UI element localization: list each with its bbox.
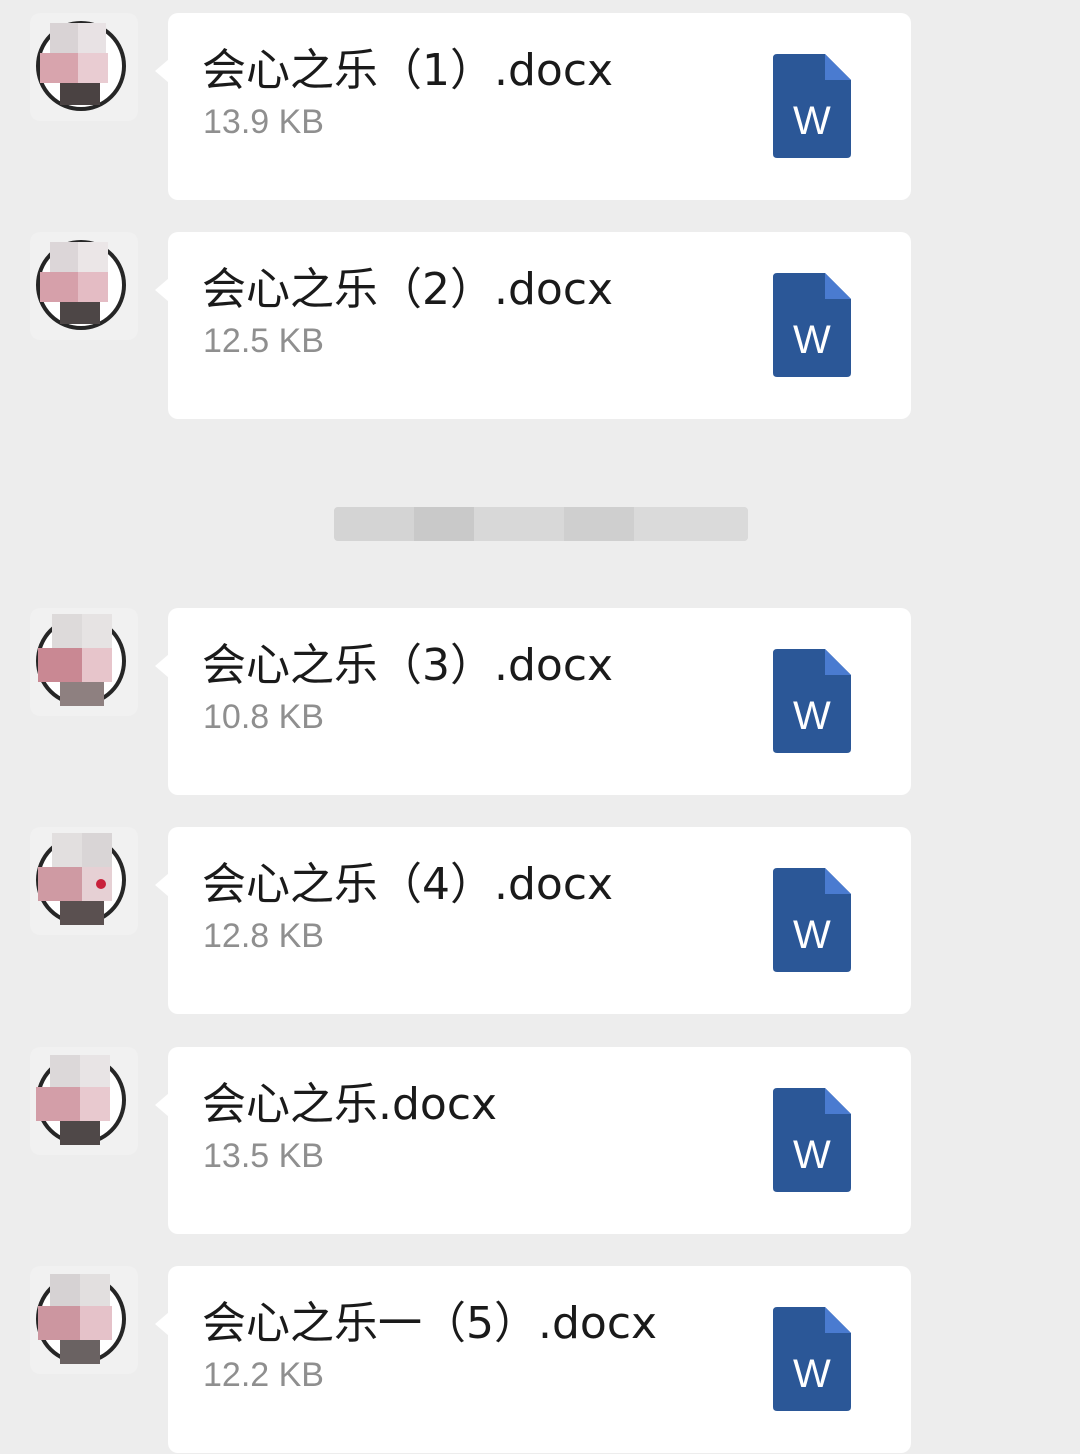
- file-size: 12.5 KB: [203, 322, 324, 360]
- avatar-pixel: [40, 272, 78, 302]
- file-size: 13.5 KB: [203, 1137, 324, 1175]
- file-size: 13.9 KB: [203, 103, 324, 141]
- file-message: 会心之乐（1）.docx 13.9 KB W: [0, 13, 1080, 201]
- avatar-pixel: [38, 1306, 80, 1340]
- sender-avatar[interactable]: [30, 1266, 138, 1374]
- avatar-pixel: [82, 833, 112, 867]
- sender-avatar[interactable]: [30, 232, 138, 340]
- notice-pixel: [564, 507, 634, 541]
- file-name: 会心之乐（1）.docx: [202, 45, 614, 96]
- avatar-pixel: [52, 833, 82, 867]
- avatar-pixel: [38, 867, 82, 901]
- avatar-pixel: [50, 1055, 80, 1087]
- word-doc-icon-letter: W: [793, 99, 831, 143]
- avatar-pixel: [78, 272, 108, 302]
- avatar-pixel: [52, 614, 82, 648]
- avatar-pixel: [60, 302, 100, 324]
- avatar-pixel: [60, 83, 100, 105]
- avatar-pixel: [80, 1087, 110, 1121]
- file-name: 会心之乐一（5）.docx: [202, 1298, 658, 1349]
- file-size: 12.8 KB: [203, 917, 324, 955]
- notice-pixel: [474, 507, 564, 541]
- file-card[interactable]: 会心之乐.docx 13.5 KB W: [155, 1047, 911, 1234]
- sender-avatar[interactable]: [30, 13, 138, 121]
- file-message: 会心之乐（2）.docx 12.5 KB W: [0, 232, 1080, 420]
- avatar-pixel: [80, 1055, 110, 1087]
- file-card[interactable]: 会心之乐（1）.docx 13.9 KB W: [155, 13, 911, 200]
- file-name: 会心之乐（3）.docx: [202, 640, 614, 691]
- avatar-pixel: [38, 648, 82, 682]
- avatar-pixel: [50, 23, 78, 53]
- file-message: 会心之乐.docx 13.5 KB W: [0, 1047, 1080, 1235]
- word-doc-icon-letter: W: [793, 913, 831, 957]
- sender-avatar[interactable]: [30, 608, 138, 716]
- word-doc-icon: W: [773, 273, 851, 377]
- sender-avatar[interactable]: [30, 1047, 138, 1155]
- avatar-pixel: [36, 1087, 80, 1121]
- file-card[interactable]: 会心之乐一（5）.docx 12.2 KB W: [155, 1266, 911, 1453]
- avatar-pixel: [40, 53, 78, 83]
- file-name: 会心之乐（2）.docx: [202, 264, 614, 315]
- word-doc-icon-letter: W: [793, 1352, 831, 1396]
- avatar-pixel: [50, 1274, 80, 1306]
- avatar-pixel: [60, 682, 104, 706]
- file-message: 会心之乐（4）.docx 12.8 KB W: [0, 827, 1080, 1015]
- file-size: 12.2 KB: [203, 1356, 324, 1394]
- file-card[interactable]: 会心之乐（4）.docx 12.8 KB W: [155, 827, 911, 1014]
- file-card[interactable]: 会心之乐（3）.docx 10.8 KB W: [155, 608, 911, 795]
- word-doc-icon: W: [773, 868, 851, 972]
- file-card[interactable]: 会心之乐（2）.docx 12.5 KB W: [155, 232, 911, 419]
- notice-pixel: [634, 507, 748, 541]
- file-name: 会心之乐（4）.docx: [202, 859, 614, 910]
- file-name: 会心之乐.docx: [202, 1079, 498, 1130]
- word-doc-icon: W: [773, 54, 851, 158]
- avatar-pixel: [82, 648, 112, 682]
- file-message: 会心之乐一（5）.docx 12.2 KB W: [0, 1266, 1080, 1454]
- avatar-pixel: [78, 53, 108, 83]
- notice-pixel: [414, 507, 474, 541]
- notice-pixel: [334, 507, 414, 541]
- avatar-pixel: [80, 1306, 112, 1340]
- word-doc-icon: W: [773, 649, 851, 753]
- file-message: 会心之乐（3）.docx 10.8 KB W: [0, 608, 1080, 796]
- word-doc-icon-letter: W: [793, 694, 831, 738]
- word-doc-icon-letter: W: [793, 318, 831, 362]
- avatar-pixel: [78, 23, 106, 53]
- blurred-system-notice: [334, 507, 748, 541]
- avatar-pixel: [50, 242, 78, 272]
- avatar-pixel: [82, 614, 112, 648]
- avatar-pixel: [60, 901, 104, 925]
- avatar-pixel: [96, 879, 106, 889]
- file-size: 10.8 KB: [203, 698, 324, 736]
- avatar-pixel: [80, 1274, 110, 1306]
- word-doc-icon-letter: W: [793, 1133, 831, 1177]
- sender-avatar[interactable]: [30, 827, 138, 935]
- word-doc-icon: W: [773, 1088, 851, 1192]
- avatar-pixel: [60, 1121, 100, 1145]
- word-doc-icon: W: [773, 1307, 851, 1411]
- avatar-pixel: [60, 1340, 100, 1364]
- avatar-pixel: [78, 242, 108, 272]
